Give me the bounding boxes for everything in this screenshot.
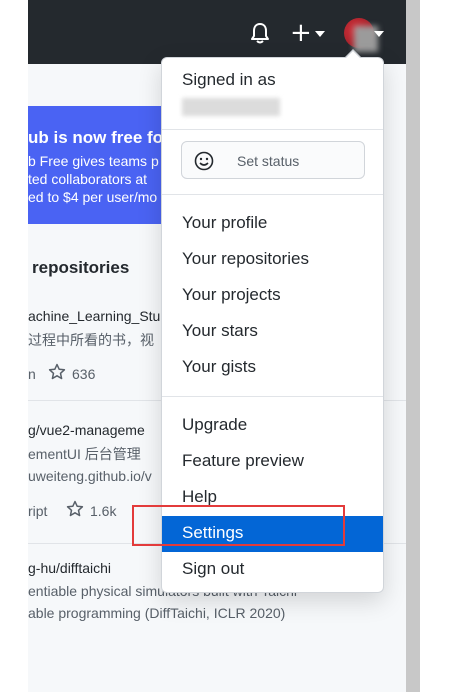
menu-item-label: Feature preview (182, 451, 304, 470)
menu-item-upgrade[interactable]: Upgrade (162, 408, 383, 444)
menu-item-your-repositories[interactable]: Your repositories (162, 242, 383, 278)
right-margin (420, 0, 460, 692)
banner-title: ub is now free for (28, 128, 170, 147)
username-redaction (182, 98, 280, 116)
banner-line: ed to $4 per user/mo (28, 189, 158, 205)
menu-item-label: Your gists (182, 357, 257, 376)
menu-item-sign-out[interactable]: Sign out (162, 552, 383, 588)
settings-highlight-box (132, 505, 345, 546)
divider (162, 129, 383, 130)
repo-name-link[interactable]: g-hu/difftaichi (28, 560, 111, 576)
menu-item-label: Your stars (182, 321, 258, 340)
smiley-icon (194, 151, 214, 171)
banner-line: b Free gives teams p (28, 153, 159, 169)
repositories-heading: repositories (32, 258, 130, 277)
chevron-down-icon[interactable] (315, 31, 325, 37)
menu-item-label: Sign out (182, 559, 245, 578)
set-status-button[interactable]: Set status (181, 141, 365, 179)
banner-line: ted collaborators at (28, 171, 148, 187)
menu-item-label: Your projects (182, 285, 281, 304)
scrollbar[interactable] (406, 0, 420, 692)
menu-item-label: Upgrade (182, 415, 248, 434)
menu-item-your-profile[interactable]: Your profile (162, 206, 383, 242)
menu-item-your-gists[interactable]: Your gists (162, 350, 383, 386)
star-count[interactable]: 636 (72, 366, 95, 382)
menu-item-your-projects[interactable]: Your projects (162, 278, 383, 314)
bell-icon[interactable] (250, 22, 270, 44)
menu-item-label: Help (182, 487, 217, 506)
repo-name-link[interactable]: achine_Learning_Stu (28, 308, 160, 324)
star-icon (66, 500, 84, 517)
plus-icon[interactable]: + (290, 20, 312, 46)
left-margin (0, 0, 28, 692)
menu-item-your-stars[interactable]: Your stars (162, 314, 383, 350)
signed-in-label: Signed in as (182, 70, 276, 89)
divider (162, 194, 383, 195)
repo-language: n (28, 366, 36, 382)
menu-item-label: Your profile (182, 213, 268, 232)
repo-language: ript (28, 503, 48, 519)
repo-description: ementUI 后台管理 (28, 446, 141, 462)
free-plan-banner[interactable]: ub is now free for b Free gives teams p … (28, 106, 178, 224)
chevron-down-icon[interactable] (374, 31, 384, 37)
menu-item-feature-preview[interactable]: Feature preview (162, 444, 383, 480)
menu-item-label: Your repositories (182, 249, 309, 268)
repo-description: 过程中所看的书，视 (28, 332, 154, 348)
divider (162, 396, 383, 397)
repo-name-link[interactable]: g/vue2-manageme (28, 422, 145, 438)
repo-description-line: able programming (DiffTaichi, ICLR 2020) (28, 605, 286, 621)
repo-homepage-link[interactable]: uweiteng.github.io/v (28, 468, 152, 484)
dropdown-caret-inner (345, 51, 361, 59)
set-status-label: Set status (237, 153, 300, 169)
star-icon (48, 363, 66, 380)
star-count[interactable]: 1.6k (90, 503, 116, 519)
